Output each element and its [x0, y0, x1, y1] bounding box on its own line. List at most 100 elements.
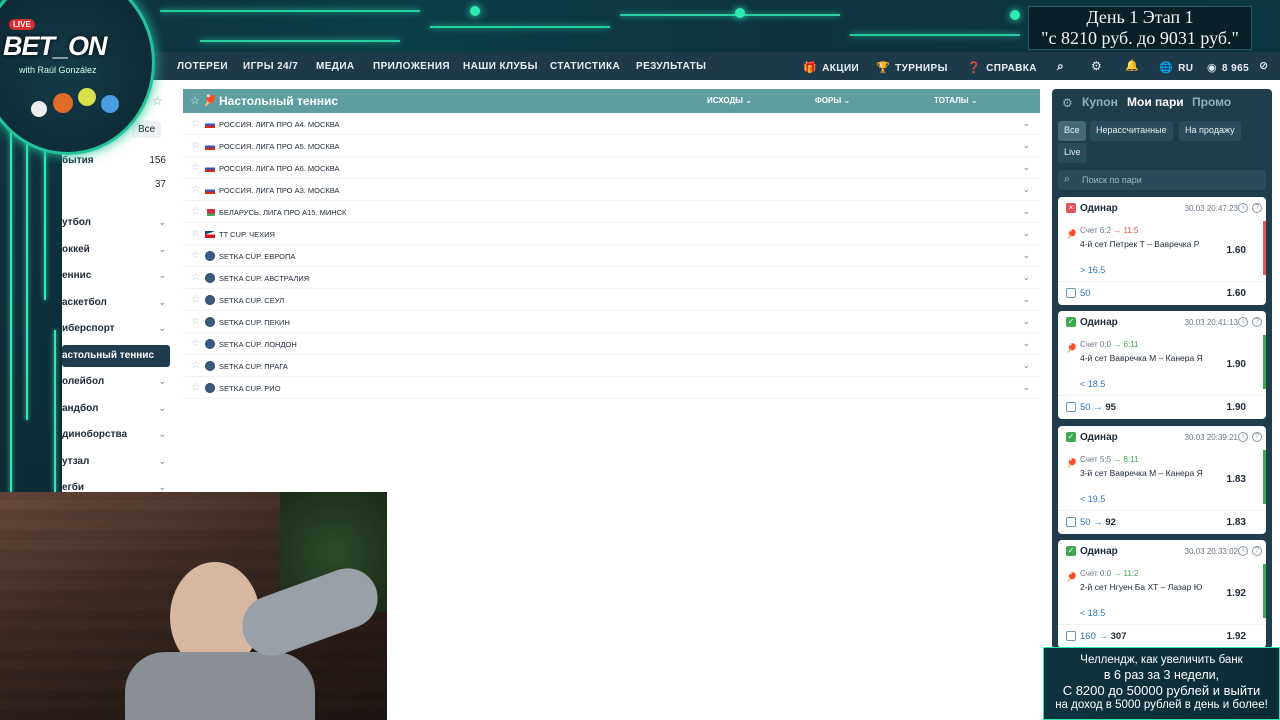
column-totals[interactable]: ТОТАЛЫ ⌄: [934, 96, 978, 105]
nav-promo[interactable]: 🎁 АКЦИИ: [803, 61, 859, 74]
star-icon[interactable]: ☆: [191, 118, 200, 129]
bet-card[interactable]: ✓ Одинар 30.03 20:39:21 i? 🏓 Счет 5:5 → 8:11 3…: [1058, 425, 1266, 534]
league-row[interactable]: ☆ РОССИЯ. ЛИГА ПРО А4. МОСКВА ⌄: [183, 113, 1040, 135]
league-row[interactable]: ☆ БЕЛАРУСЬ. ЛИГА ПРО А15. МИНСК ⌄: [183, 201, 1040, 223]
chevron-down-icon[interactable]: ⌄: [1022, 272, 1030, 283]
league-row[interactable]: ☆ РОССИЯ. ЛИГА ПРО А5. МОСКВА ⌄: [183, 135, 1040, 157]
help-icon[interactable]: ?: [1252, 431, 1262, 442]
logo-brand: BET_ON: [3, 31, 108, 61]
help-icon[interactable]: ?: [1252, 317, 1262, 328]
chevron-down-icon[interactable]: ⌄: [1022, 184, 1030, 195]
league-row[interactable]: ☆ SETKA CUP. ПЕКИН ⌄: [183, 311, 1040, 333]
nav-lotteries[interactable]: ЛОТЕРЕИ: [177, 61, 228, 72]
sidebar-sport-item[interactable]: олейбол ⌄: [62, 371, 170, 393]
sidebar-sport-item[interactable]: оккей ⌄: [62, 239, 170, 261]
chevron-down-icon[interactable]: ⌄: [1022, 162, 1030, 173]
info-icon[interactable]: i: [1238, 545, 1248, 556]
chevron-down-icon[interactable]: ⌄: [1022, 206, 1030, 217]
bet-score: Счет 5:5 → 8:11: [1080, 454, 1139, 464]
star-icon[interactable]: ☆: [191, 228, 200, 239]
sidebar-sport-item[interactable]: диноборства ⌄: [62, 424, 170, 446]
chevron-down-icon[interactable]: ⌄: [1022, 228, 1030, 239]
help-icon[interactable]: ?: [1252, 203, 1262, 213]
bet-card[interactable]: ✓ Одинар 30.03 20:33:02 i? 🏓 Счет 0:0 → 11:2 2…: [1058, 539, 1266, 648]
league-name: SETKA CUP. ПРАГА: [219, 362, 288, 371]
sidebar-favorites[interactable]: 37: [62, 174, 170, 196]
nav-results[interactable]: РЕЗУЛЬТАТЫ: [636, 61, 706, 72]
chevron-down-icon[interactable]: ⌄: [1022, 338, 1030, 349]
chevron-down-icon[interactable]: ⌄: [1022, 316, 1030, 327]
filter-for-sale[interactable]: На продажу: [1179, 121, 1241, 141]
bet-card[interactable]: × Одинар 30.03 20:47:23 i? 🏓 Счет 6:2 → 11:5 4…: [1058, 197, 1266, 305]
sidebar-sport-item[interactable]: астольный теннис: [62, 344, 170, 367]
star-icon[interactable]: ☆: [191, 294, 200, 305]
nav-tournaments[interactable]: 🏆 ТУРНИРЫ: [876, 61, 948, 74]
star-icon[interactable]: ☆: [191, 140, 200, 151]
chevron-down-icon[interactable]: ⌄: [1022, 250, 1030, 261]
column-handicaps[interactable]: ФОРЫ ⌄: [815, 96, 850, 105]
tab-coupon[interactable]: Купон: [1082, 95, 1118, 109]
nav-media[interactable]: МЕДИА: [316, 61, 355, 72]
chevron-down-icon[interactable]: ⌄: [1022, 382, 1030, 393]
nav-help[interactable]: ❓ СПРАВКА: [967, 61, 1037, 74]
star-icon[interactable]: ☆: [152, 94, 163, 108]
star-icon[interactable]: ☆: [191, 162, 200, 173]
league-row[interactable]: ☆ РОССИЯ. ЛИГА ПРО А3. МОСКВА ⌄: [183, 179, 1040, 201]
sidebar-sport-item[interactable]: аскетбол ⌄: [62, 292, 170, 314]
eye-off-icon[interactable]: ⊘: [1259, 59, 1269, 72]
star-icon[interactable]: ☆: [191, 250, 200, 261]
league-row[interactable]: ☆ РОССИЯ. ЛИГА ПРО А6. МОСКВА ⌄: [183, 157, 1040, 179]
tab-my-bets[interactable]: Мои пари: [1127, 95, 1184, 109]
bet-search-input[interactable]: ⌕ Поиск по пари: [1058, 170, 1266, 190]
star-icon[interactable]: ☆: [191, 184, 200, 195]
settings-gear-icon[interactable]: ⚙: [1062, 96, 1073, 110]
chevron-down-icon[interactable]: ⌄: [1022, 294, 1030, 305]
search-icon[interactable]: ⌕: [1057, 59, 1064, 74]
league-name: БЕЛАРУСЬ. ЛИГА ПРО А15. МИНСК: [219, 208, 347, 217]
filter-all-bets[interactable]: Все: [1058, 121, 1086, 141]
star-icon[interactable]: ☆: [191, 338, 200, 349]
league-row[interactable]: ☆ SETKA CUP. АВСТРАЛИЯ ⌄: [183, 267, 1040, 289]
table-tennis-icon: 🏓: [203, 95, 217, 107]
balance[interactable]: ◉ 8 965: [1207, 61, 1249, 74]
league-row[interactable]: ☆ SETKA CUP. РИО ⌄: [183, 377, 1040, 399]
sidebar-sport-item[interactable]: утбол ⌄: [62, 212, 170, 234]
league-row[interactable]: ☆ SETKA CUP. ЛОНДОН ⌄: [183, 333, 1040, 355]
bell-icon[interactable]: 🔔: [1125, 59, 1139, 72]
sidebar-sport-item[interactable]: андбол ⌄: [62, 398, 170, 420]
filter-live[interactable]: Live: [1058, 143, 1087, 163]
nav-clubs[interactable]: НАШИ КЛУБЫ: [463, 61, 538, 72]
sidebar-sport-item[interactable]: утзал ⌄: [62, 451, 170, 473]
tab-promo[interactable]: Промо: [1192, 95, 1231, 109]
filter-unsettled[interactable]: Нерассчитанные: [1090, 121, 1173, 141]
league-row[interactable]: ☆ SETKA CUP. СЕУЛ ⌄: [183, 289, 1040, 311]
info-icon[interactable]: i: [1238, 203, 1248, 213]
star-icon[interactable]: ☆: [191, 272, 200, 283]
nav-games[interactable]: ИГРЫ 24/7: [243, 61, 298, 72]
star-icon[interactable]: ☆: [191, 206, 200, 217]
league-row[interactable]: ☆ TT CUP. ЧЕХИЯ ⌄: [183, 223, 1040, 245]
chevron-down-icon[interactable]: ⌄: [1022, 360, 1030, 371]
sidebar-sport-item[interactable]: еннис ⌄: [62, 265, 170, 287]
league-row[interactable]: ☆ SETKA CUP. ЕВРОПА ⌄: [183, 245, 1040, 267]
chevron-down-icon[interactable]: ⌄: [1022, 118, 1030, 129]
language-switch[interactable]: 🌐 RU: [1159, 61, 1193, 74]
star-icon[interactable]: ☆: [191, 382, 200, 393]
bet-score: Счет 0:0 → 6:11: [1080, 340, 1139, 350]
nav-apps[interactable]: ПРИЛОЖЕНИЯ: [373, 61, 450, 72]
sidebar-sport-item[interactable]: иберспорт ⌄: [62, 318, 170, 340]
info-icon[interactable]: i: [1238, 431, 1248, 442]
league-row[interactable]: ☆ SETKA CUP. ПРАГА ⌄: [183, 355, 1040, 377]
chevron-down-icon[interactable]: ⌄: [1022, 140, 1030, 151]
chevron-down-icon: ⌄: [158, 217, 166, 227]
column-outcomes[interactable]: ИСХОДЫ ⌄: [707, 96, 752, 105]
star-icon[interactable]: ☆: [191, 316, 200, 327]
bet-card[interactable]: ✓ Одинар 30.03 20:41:13 i? 🏓 Счет 0:0 → 6:11 4…: [1058, 311, 1266, 420]
gear-icon[interactable]: ⚙: [1091, 59, 1102, 73]
help-icon[interactable]: ?: [1252, 545, 1262, 556]
star-icon[interactable]: ☆: [190, 94, 200, 107]
info-icon[interactable]: i: [1238, 317, 1248, 328]
star-icon[interactable]: ☆: [191, 360, 200, 371]
nav-statistics[interactable]: СТАТИСТИКА: [550, 61, 620, 72]
filter-all[interactable]: Все: [132, 121, 162, 138]
